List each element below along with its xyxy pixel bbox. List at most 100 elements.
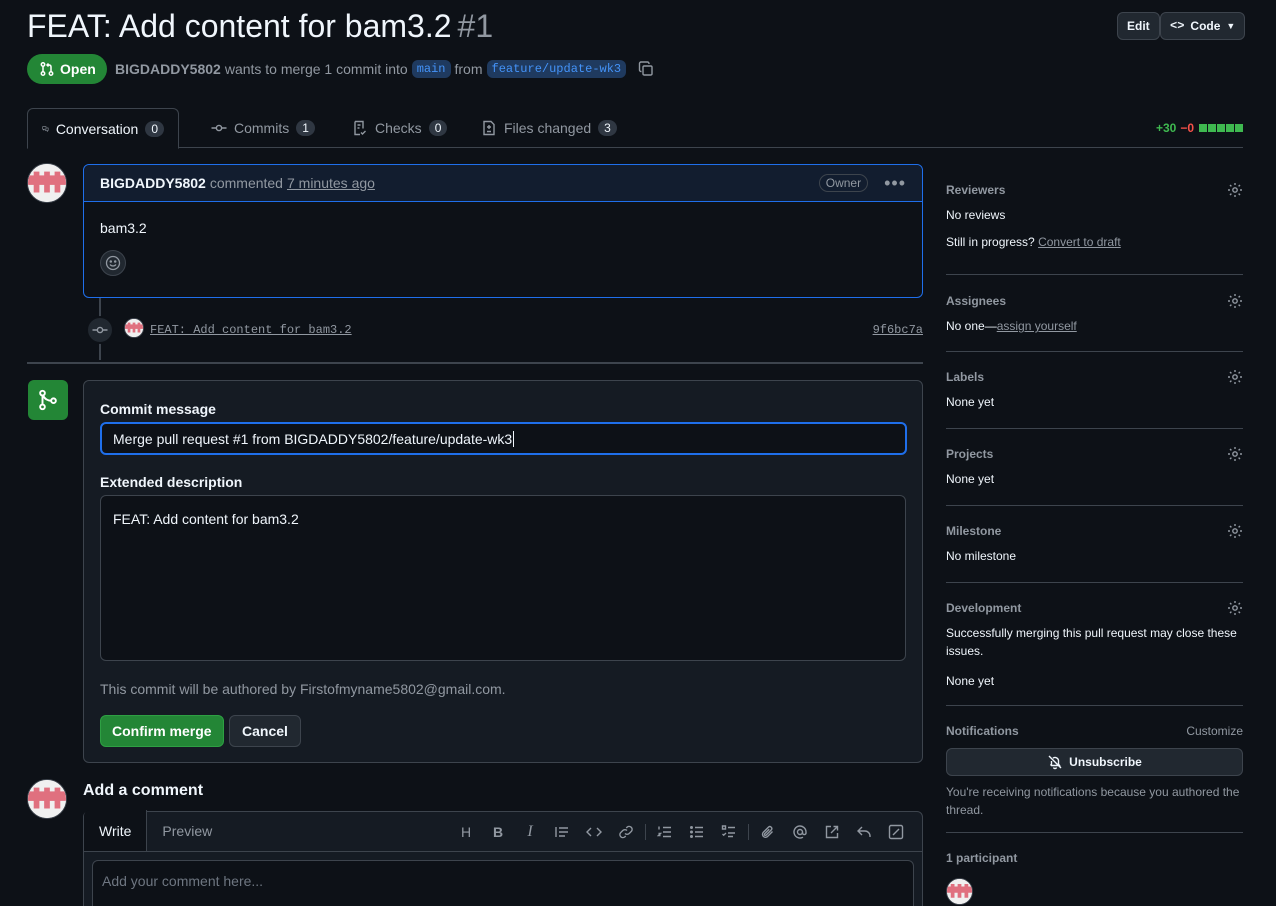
comment-time-link[interactable]: 7 minutes ago (287, 175, 375, 191)
comment-textarea[interactable]: Add your comment here... (92, 860, 914, 906)
cancel-button[interactable]: Cancel (229, 715, 301, 747)
tab-counter: 1 (296, 120, 315, 136)
participants-title: 1 participant (946, 851, 1018, 865)
assignees-value: No one— (946, 319, 997, 333)
edit-button[interactable]: Edit (1117, 12, 1160, 40)
deletions-count: −0 (1180, 121, 1194, 135)
extended-description-textarea[interactable]: FEAT: Add content for bam3.2 (100, 495, 906, 661)
commit-sha-link[interactable]: 9f6bc7a (873, 323, 923, 337)
extended-description-value: FEAT: Add content for bam3.2 (113, 511, 299, 527)
link-icon[interactable] (610, 817, 642, 847)
comment-body: bam3.2 (100, 220, 147, 236)
cross-reference-icon[interactable] (816, 817, 848, 847)
tab-counter: 3 (598, 120, 617, 136)
comment-action: commented (209, 175, 283, 191)
paperclip-icon[interactable] (752, 817, 784, 847)
reply-icon[interactable] (848, 817, 880, 847)
gear-icon[interactable] (1227, 369, 1243, 385)
comment-header: BIGDADDY5802 commented 7 minutes ago Own… (84, 165, 922, 202)
merge-box: Commit message Merge pull request #1 fro… (83, 380, 923, 763)
tab-checks[interactable]: Checks 0 (338, 108, 461, 148)
add-reaction-button[interactable] (100, 250, 126, 276)
commit-message-link[interactable]: FEAT: Add content for bam3.2 (150, 323, 352, 337)
unordered-list-icon[interactable] (681, 817, 713, 847)
add-comment-title: Add a comment (83, 782, 204, 799)
italic-icon[interactable]: I (514, 817, 546, 847)
sidebar-notifications: Notifications Customize Unsubscribe You'… (946, 724, 1243, 819)
commit-avatar[interactable] (124, 318, 144, 338)
comment-author[interactable]: BIGDADDY5802 (100, 175, 206, 191)
edit-label: Edit (1127, 19, 1150, 33)
mention-icon[interactable] (784, 817, 816, 847)
sidebar-divider (946, 582, 1243, 583)
toolbar-divider (748, 824, 749, 840)
kebab-horizontal-icon[interactable]: ••• (884, 173, 906, 194)
reviewers-value: No reviews (946, 208, 1006, 222)
commit-message-input[interactable]: Merge pull request #1 from BIGDADDY5802/… (100, 422, 907, 455)
comment-placeholder: Add your comment here... (102, 873, 264, 889)
merge-text-2: from (454, 61, 483, 77)
code-icon[interactable] (578, 817, 610, 847)
pr-author-link[interactable]: BIGDADDY5802 (115, 61, 221, 77)
avatar[interactable] (27, 163, 67, 203)
tab-write[interactable]: Write (84, 810, 148, 851)
tab-files-changed[interactable]: Files changed 3 (467, 108, 631, 148)
extended-description-label: Extended description (100, 474, 243, 490)
assign-yourself-link[interactable]: assign yourself (997, 319, 1077, 333)
draft-row: Still in progress? Convert to draft (946, 235, 1243, 249)
pr-meta: BIGDADDY5802 wants to merge 1 commit int… (115, 60, 654, 78)
pr-number: #1 (457, 8, 494, 44)
head-branch[interactable]: feature/update-wk3 (486, 60, 627, 78)
sidebar-assignees: Assignees No one—assign yourself (946, 293, 1243, 333)
diffstat[interactable]: +30 −0 (1156, 121, 1243, 135)
comment-editor: Write Preview H B I Add your comment her… (83, 810, 923, 906)
quote-icon[interactable] (546, 817, 578, 847)
confirm-merge-button[interactable]: Confirm merge (100, 715, 224, 747)
unsubscribe-label: Unsubscribe (1069, 755, 1142, 769)
sidebar-divider (946, 832, 1243, 833)
git-pull-request-icon (40, 62, 54, 76)
customize-link[interactable]: Customize (1186, 724, 1243, 738)
toolbar-divider (645, 824, 646, 840)
tab-label: Conversation (55, 120, 139, 137)
sidebar-divider (946, 505, 1243, 506)
projects-title: Projects (946, 447, 994, 461)
commit-message-label: Commit message (100, 401, 216, 417)
gear-icon[interactable] (1227, 523, 1243, 539)
fullscreen-edit-icon[interactable] (880, 817, 912, 847)
copy-icon[interactable] (638, 61, 654, 77)
sidebar-participants: 1 participant (946, 851, 1243, 865)
projects-value: None yet (946, 472, 995, 486)
participant-avatar[interactable] (946, 878, 973, 905)
tab-counter: 0 (428, 120, 448, 136)
sidebar-labels: Labels None yet (946, 369, 1243, 409)
unsubscribe-button[interactable]: Unsubscribe (946, 748, 1243, 776)
pr-title: FEAT: Add content for bam3.2 #1 (27, 8, 493, 45)
code-button[interactable]: <> Code ▼ (1160, 12, 1246, 40)
assignees-row: No one—assign yourself (946, 319, 1243, 333)
tab-conversation[interactable]: Conversation 0 (27, 108, 179, 149)
gear-icon[interactable] (1227, 446, 1243, 462)
git-commit-icon (211, 124, 227, 132)
avatar[interactable] (27, 779, 67, 819)
draft-text: Still in progress? (946, 235, 1035, 249)
comment-discussion-icon (42, 125, 49, 132)
state-badge: Open (27, 54, 107, 84)
labels-title: Labels (946, 370, 985, 384)
base-branch[interactable]: main (411, 60, 451, 78)
gear-icon[interactable] (1227, 182, 1243, 198)
gear-icon[interactable] (1227, 600, 1243, 616)
sidebar-reviewers: Reviewers No reviews Still in progress? … (946, 182, 1243, 249)
bold-icon[interactable]: B (482, 817, 514, 847)
labels-value: None yet (946, 395, 995, 409)
ordered-list-icon[interactable] (649, 817, 681, 847)
convert-to-draft-link[interactable]: Convert to draft (1038, 235, 1121, 249)
owner-badge: Owner (818, 174, 869, 192)
tab-commits[interactable]: Commits 1 (197, 108, 329, 148)
task-list-icon[interactable] (713, 817, 745, 847)
gear-icon[interactable] (1227, 293, 1243, 309)
heading-icon[interactable]: H (450, 817, 482, 847)
tab-preview[interactable]: Preview (147, 811, 227, 851)
code-icon: <> (1170, 19, 1185, 33)
merge-text-1: wants to merge 1 commit into (224, 61, 408, 77)
